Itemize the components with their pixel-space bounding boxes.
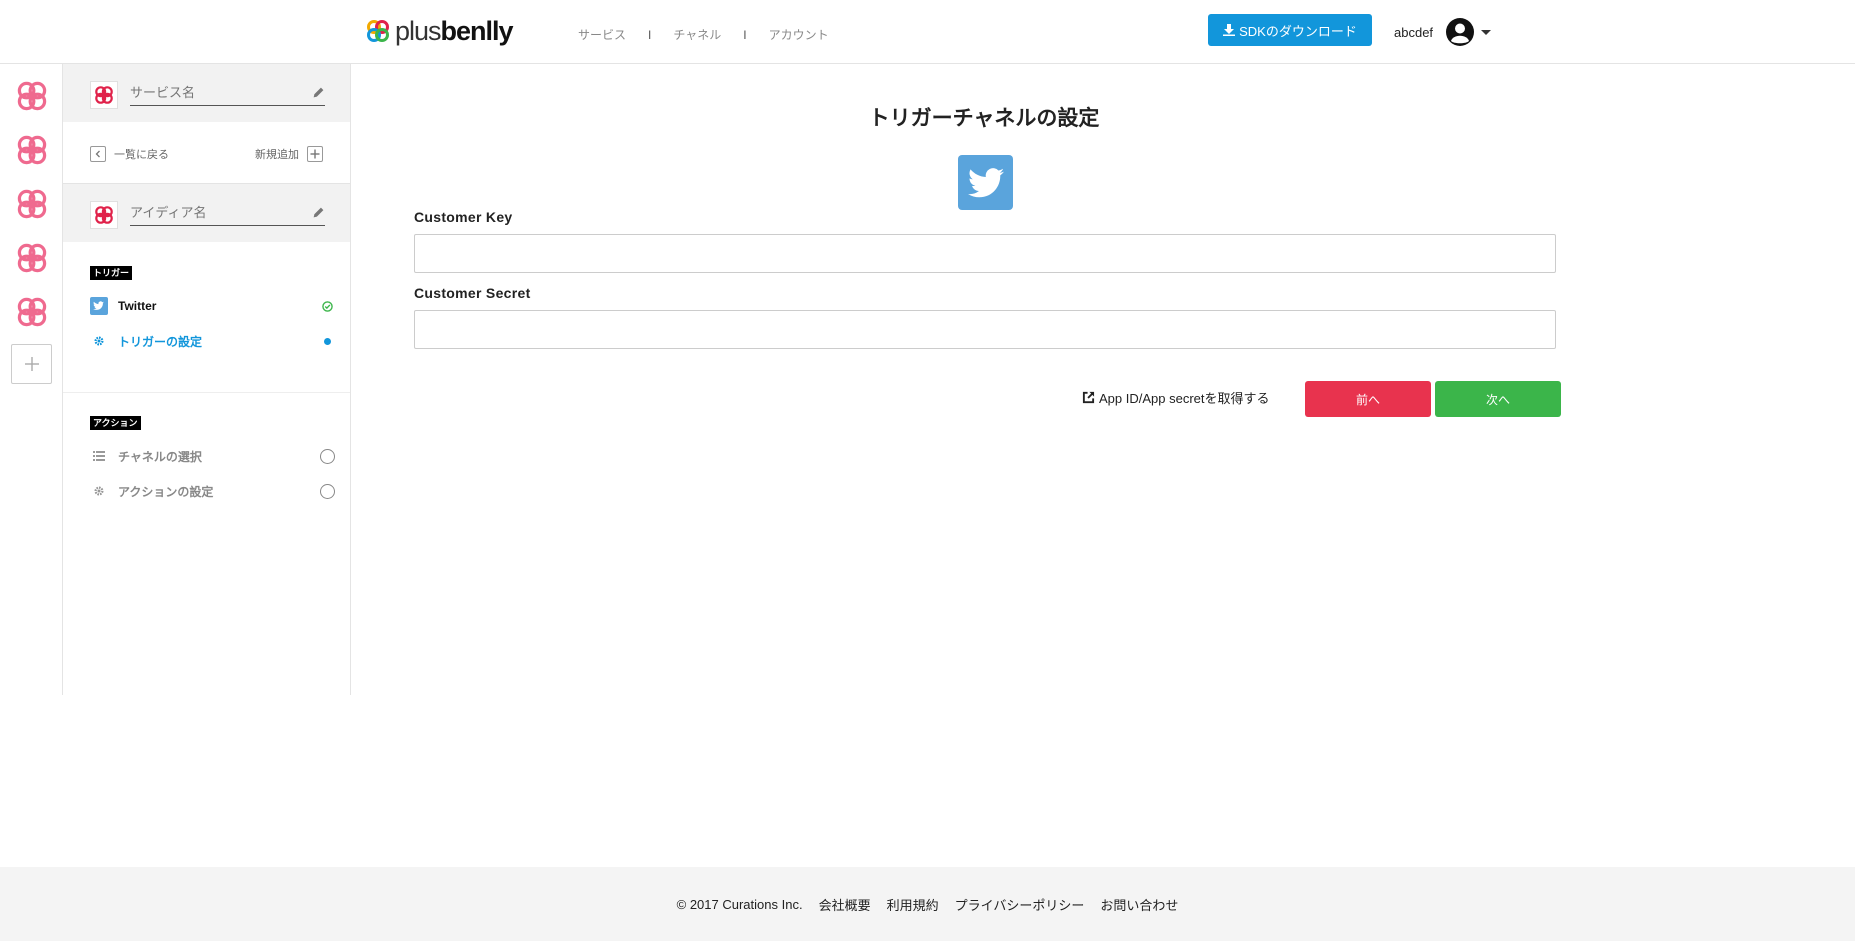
idea-rail xyxy=(0,64,63,695)
rail-idea-item[interactable] xyxy=(12,130,52,170)
user-menu[interactable]: abcdef xyxy=(1394,17,1492,47)
nav-channel[interactable]: チャネル xyxy=(673,26,721,43)
rail-add-button[interactable] xyxy=(11,344,52,384)
service-logo xyxy=(90,81,118,109)
idea-name-input[interactable] xyxy=(130,200,325,226)
service-name-row xyxy=(63,64,350,122)
footer-link-company[interactable]: 会社概要 xyxy=(819,895,871,914)
prev-button[interactable]: 前へ xyxy=(1305,381,1431,417)
logo-text-plus: plus xyxy=(395,16,442,46)
add-new-label: 新規追加 xyxy=(255,149,299,161)
action-section-tag: アクション xyxy=(90,416,141,430)
customer-secret-input[interactable] xyxy=(414,310,1556,349)
add-new-link[interactable]: 新規追加 xyxy=(255,146,323,162)
username: abcdef xyxy=(1394,24,1434,40)
step-trigger-channel[interactable]: Twitter xyxy=(90,296,335,316)
footer-link-privacy[interactable]: プライバシーポリシー xyxy=(955,895,1085,914)
twitter-icon xyxy=(90,297,108,315)
customer-secret-label: Customer Secret xyxy=(414,285,531,301)
download-icon xyxy=(1223,24,1236,36)
trigger-section-tag: トリガー xyxy=(90,266,133,280)
top-header: plusbenlly サービス I チャネル I アカウント SDKのダウンロー… xyxy=(0,0,1855,64)
twitter-icon xyxy=(958,155,1013,210)
benlly-mark-icon xyxy=(14,240,50,276)
chevron-left-icon xyxy=(90,146,106,162)
step-label: Twitter xyxy=(118,299,157,313)
pending-step-indicator xyxy=(320,483,335,499)
back-to-list-link[interactable]: 一覧に戻る xyxy=(90,146,169,162)
side-panel: 一覧に戻る 新規追加 トリガー Twitter xyxy=(63,64,351,695)
logo-text: plusbenlly xyxy=(395,16,514,46)
get-app-credentials-link[interactable]: App ID/App secretを取得する xyxy=(1082,388,1270,407)
sdk-download-label: SDKのダウンロード xyxy=(1239,23,1357,39)
pencil-icon[interactable] xyxy=(312,206,325,219)
sdk-download-button[interactable]: SDKのダウンロード xyxy=(1208,14,1372,46)
step-channel-select[interactable]: チャネルの選択 xyxy=(90,446,335,466)
nav-service[interactable]: サービス xyxy=(578,26,626,43)
logo-text-benlly: benlly xyxy=(440,16,514,46)
next-button[interactable]: 次へ xyxy=(1435,381,1561,417)
footer-link-contact[interactable]: お問い合わせ xyxy=(1100,895,1178,914)
rail-idea-item[interactable] xyxy=(12,76,52,116)
gear-icon xyxy=(90,482,108,500)
get-app-credentials-label: App ID/App secretを取得する xyxy=(1099,391,1270,406)
footer-link-terms[interactable]: 利用規約 xyxy=(887,895,939,914)
benlly-mark-icon xyxy=(14,132,50,168)
external-link-icon xyxy=(1082,391,1095,404)
service-name-input[interactable] xyxy=(130,80,325,106)
benlly-mark-icon xyxy=(14,294,50,330)
customer-key-label: Customer Key xyxy=(414,209,513,225)
nav-separator: I xyxy=(743,27,747,42)
benlly-mark-icon xyxy=(14,78,50,114)
rail-idea-item[interactable] xyxy=(12,238,52,278)
customer-key-input[interactable] xyxy=(414,234,1556,273)
copyright: © 2017 Curations Inc. xyxy=(676,896,803,912)
chevron-down-icon xyxy=(1481,29,1492,35)
step-trigger-settings[interactable]: トリガーの設定 xyxy=(90,331,335,351)
step-label: アクションの設定 xyxy=(118,484,214,499)
plus-icon xyxy=(307,146,323,162)
section-divider xyxy=(63,392,350,393)
idea-name-row xyxy=(63,184,350,242)
pending-step-indicator xyxy=(320,448,335,464)
check-circle-icon xyxy=(322,300,333,312)
step-action-settings[interactable]: アクションの設定 xyxy=(90,481,335,501)
idea-logo xyxy=(90,201,118,229)
list-icon xyxy=(90,447,108,465)
benlly-mark-icon xyxy=(93,204,115,226)
benlly-mark-icon xyxy=(14,186,50,222)
logo-mark-icon xyxy=(367,20,389,42)
avatar-icon xyxy=(1446,18,1475,46)
current-step-indicator xyxy=(324,337,331,345)
plus-icon xyxy=(24,357,39,371)
step-label: チャネルの選択 xyxy=(118,449,202,464)
benlly-mark-icon xyxy=(93,84,115,106)
back-add-row: 一覧に戻る 新規追加 xyxy=(63,122,350,184)
nav-separator: I xyxy=(648,27,652,42)
back-to-list-label: 一覧に戻る xyxy=(114,149,169,161)
rail-idea-item[interactable] xyxy=(12,184,52,224)
page-title: トリガーチャネルの設定 xyxy=(868,107,1100,130)
plusbenlly-logo[interactable]: plusbenlly xyxy=(365,16,514,46)
pencil-icon[interactable] xyxy=(312,86,325,99)
nav-account[interactable]: アカウント xyxy=(769,26,829,43)
rail-idea-item[interactable] xyxy=(12,292,52,332)
step-label: トリガーの設定 xyxy=(118,334,203,349)
gear-icon xyxy=(90,332,108,350)
main-nav: サービス I チャネル I アカウント xyxy=(578,26,829,43)
footer: © 2017 Curations Inc. 会社概要 利用規約 プライバシーポリ… xyxy=(0,867,1855,941)
